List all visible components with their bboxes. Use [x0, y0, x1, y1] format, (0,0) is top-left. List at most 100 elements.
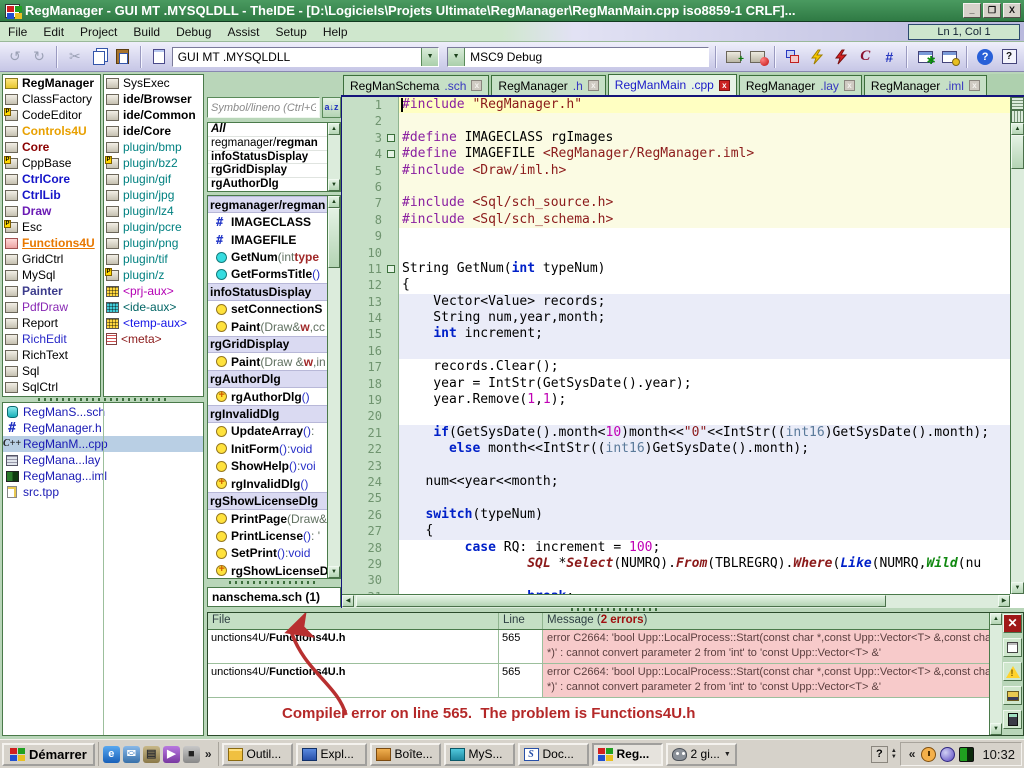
member-item[interactable]: Paint(Draw& w,cc — [208, 318, 327, 335]
column-header-file[interactable]: File — [208, 613, 499, 629]
code-line[interactable]: 26 switch(typeNum) — [342, 507, 1010, 523]
taskbar-button[interactable]: Expl... — [296, 743, 367, 766]
menu-debug[interactable]: Debug — [168, 23, 219, 41]
browser-icon[interactable]: e — [103, 746, 120, 763]
package-item[interactable]: PCodeEditor — [3, 107, 100, 123]
package-item[interactable]: CtrlCore — [3, 171, 100, 187]
package-item[interactable]: PCppBase — [3, 155, 100, 171]
debug-icon[interactable] — [938, 46, 960, 68]
subpackage-item[interactable]: plugin/png — [104, 235, 203, 251]
tab-close-icon[interactable]: x — [969, 80, 980, 91]
find-in-files-icon[interactable] — [1003, 686, 1022, 705]
subpackage-item[interactable]: <prj-aux> — [104, 283, 203, 299]
member-item[interactable]: GetNum(int type — [208, 248, 327, 265]
code-line[interactable]: 14 String num,year,month; — [342, 310, 1010, 326]
package-item[interactable]: Draw — [3, 203, 100, 219]
taskbar-button[interactable]: Boîte... — [370, 743, 441, 766]
member-item[interactable]: #IMAGEFILE — [208, 231, 327, 248]
code-line[interactable]: 1#include "RegManager.h" — [342, 97, 1010, 113]
panel-splitter[interactable] — [2, 398, 204, 401]
subpackage-item[interactable]: Pplugin/z — [104, 267, 203, 283]
tab-regmanager.lay[interactable]: RegManager.layx — [739, 75, 862, 95]
column-header-message[interactable]: Message (2 errors) — [543, 613, 1002, 629]
package-item[interactable]: PEsc — [3, 219, 100, 235]
package-item[interactable]: CtrlLib — [3, 187, 100, 203]
package-item[interactable]: GridCtrl — [3, 251, 100, 267]
code-line[interactable]: 11String GetNum(int typeNum) — [342, 261, 1010, 277]
mail-icon[interactable]: ✉ — [123, 746, 140, 763]
package-list[interactable]: RegManagerClassFactoryPCodeEditorControl… — [2, 74, 101, 397]
code-line[interactable]: 27 { — [342, 523, 1010, 539]
taskbar-button[interactable]: 2 gi...▼ — [666, 743, 737, 766]
code-line[interactable]: 23 — [342, 458, 1010, 474]
subpackage-item[interactable]: ide/Core — [104, 123, 203, 139]
code-line[interactable]: 7#include <Sql/sch_source.h> — [342, 195, 1010, 211]
editor-horizontal-scrollbar[interactable]: ◀ ▶ — [342, 594, 1010, 608]
paste-icon[interactable] — [112, 46, 134, 68]
code-line[interactable]: 29 SQL *Select(NUMRQ).From(TBLREGRQ).Whe… — [342, 556, 1010, 572]
scope-item[interactable]: rgAuthorDlg — [208, 178, 327, 192]
subpackage-item[interactable]: plugin/pcre — [104, 219, 203, 235]
quick-launch-more-icon[interactable]: » — [203, 747, 214, 761]
tab-close-icon[interactable]: x — [471, 80, 482, 91]
package-item[interactable]: SqlCtrl — [3, 379, 100, 395]
subpackage-item[interactable]: Pplugin/bz2 — [104, 155, 203, 171]
code-line[interactable]: 2 — [342, 113, 1010, 129]
taskbar-button[interactable]: MyS... — [444, 743, 515, 766]
package-item[interactable]: ClassFactory — [3, 91, 100, 107]
sort-alpha-icon[interactable]: a↓z — [322, 97, 341, 118]
rebuild-icon[interactable] — [830, 46, 852, 68]
app-icon[interactable]: ■ — [183, 746, 200, 763]
close-button[interactable]: X — [1003, 3, 1021, 18]
package-item[interactable]: Functions4U — [3, 235, 100, 251]
code-line[interactable]: 18 year = IntStr(GetSysDate().year); — [342, 376, 1010, 392]
context-help-icon[interactable]: ? — [998, 46, 1020, 68]
taskbar-button[interactable]: SDoc... — [518, 743, 589, 766]
dropdown-arrow-icon[interactable]: ▼ — [724, 751, 731, 758]
subpackage-item[interactable]: <ide-aux> — [104, 299, 203, 315]
subpackage-item[interactable]: <temp-aux> — [104, 315, 203, 331]
member-item[interactable]: GetFormsTitle() — [208, 266, 327, 283]
tab-close-icon[interactable]: x — [844, 80, 855, 91]
minimize-button[interactable]: _ — [963, 3, 981, 18]
code-line[interactable]: 13 Vector<Value> records; — [342, 294, 1010, 310]
package-item[interactable]: Sql — [3, 363, 100, 379]
package-item[interactable]: PdfDraw — [3, 299, 100, 315]
new-file-icon[interactable] — [148, 46, 170, 68]
member-group-header[interactable]: regmanager/regman — [208, 196, 327, 213]
tab-close-icon[interactable]: x — [588, 80, 599, 91]
display-tray-icon[interactable] — [959, 747, 974, 762]
titlebar[interactable]: RegManager - GUI MT .MYSQLDLL - TheIDE -… — [0, 0, 1024, 22]
scope-item[interactable]: rgGridDisplay — [208, 164, 327, 178]
menu-project[interactable]: Project — [72, 23, 125, 41]
error-row[interactable]: unctions4U/Functions4U.h565error C2664: … — [208, 664, 1002, 698]
package-item[interactable]: Controls4U — [3, 123, 100, 139]
member-item[interactable]: SetPrint() : void — [208, 545, 327, 562]
copy-icon[interactable] — [88, 46, 110, 68]
compile-file-icon[interactable]: C — [854, 46, 876, 68]
window-toggle-icon[interactable]: ▲▼ — [891, 748, 897, 760]
menu-build[interactable]: Build — [125, 23, 168, 41]
member-item[interactable]: rgShowLicenseD — [208, 562, 327, 579]
member-list[interactable]: regmanager/regman#IMAGECLASS#IMAGEFILEGe… — [207, 195, 341, 579]
undo-icon[interactable]: ↺ — [4, 46, 26, 68]
member-item[interactable]: PrintPage(Draw& — [208, 510, 327, 527]
code-line[interactable]: 12{ — [342, 277, 1010, 293]
tab-regmanmain.cpp[interactable]: RegManMain.cppx — [608, 74, 737, 95]
member-item[interactable]: ShowHelp() : voi — [208, 458, 327, 475]
code-line[interactable]: 17 records.Clear(); — [342, 359, 1010, 375]
code-line[interactable]: 22 else month<<IntStr((int16)GetSysDate(… — [342, 441, 1010, 457]
close-console-icon[interactable]: ✕ — [1003, 614, 1022, 633]
console-splitter[interactable] — [207, 608, 1024, 611]
scheduler-tray-icon[interactable] — [921, 747, 936, 762]
redo-icon[interactable]: ↻ — [28, 46, 50, 68]
member-item[interactable]: UpdateArray() : — [208, 423, 327, 440]
subpackage-item[interactable]: plugin/jpg — [104, 187, 203, 203]
subpackage-item[interactable]: <meta> — [104, 331, 203, 347]
tab-regmanager.h[interactable]: RegManager.hx — [491, 75, 605, 95]
combo-dropdown-icon[interactable]: ▼ — [421, 48, 438, 66]
calc-icon[interactable] — [1003, 710, 1022, 729]
help-topics-icon[interactable]: ? — [974, 46, 996, 68]
warnings-icon[interactable] — [1003, 662, 1022, 681]
file-list-panel[interactable]: RegManS...sch#RegManager.hC++RegManM...c… — [2, 402, 204, 736]
